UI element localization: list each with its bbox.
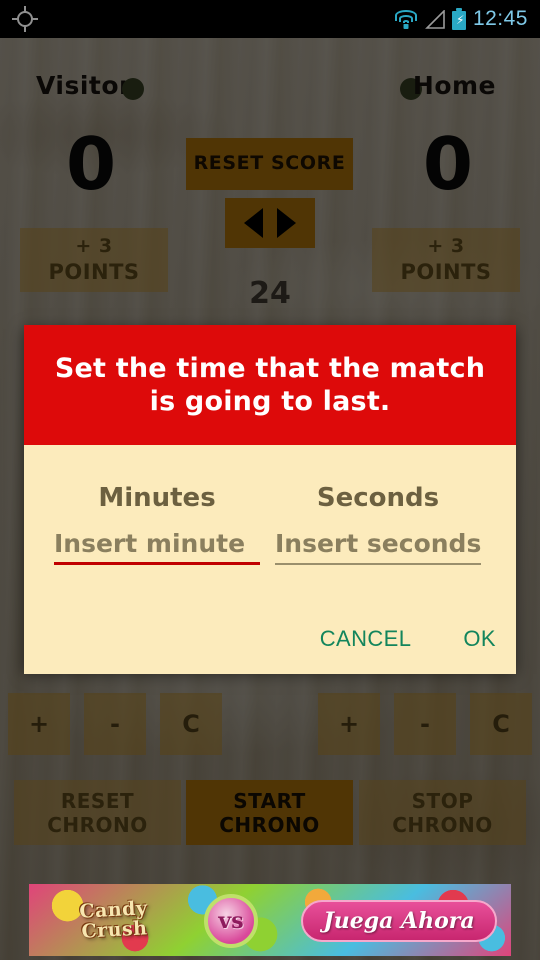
app-screen: Visitor Home 0 0 RESET SCORE + 3 POINTS … (0, 0, 540, 960)
status-bar-right: ⚡ 12:45 (394, 7, 528, 31)
dialog-actions: CANCEL OK (320, 626, 496, 652)
set-match-time-dialog: Set the time that the match is going to … (24, 325, 516, 674)
minutes-label: Minutes (98, 482, 216, 513)
status-bar: ⚡ 12:45 (0, 0, 540, 38)
dialog-header: Set the time that the match is going to … (24, 325, 516, 445)
dialog-body: Minutes Insert minute Seconds Insert sec… (24, 444, 516, 674)
dialog-title: Set the time that the match is going to … (54, 353, 486, 417)
minutes-input[interactable]: Insert minute (54, 529, 260, 565)
minutes-field-group: Minutes Insert minute (54, 483, 260, 565)
gps-crosshair-icon (12, 6, 38, 32)
seconds-field-group: Seconds Insert seconds (275, 483, 481, 565)
ad-play-now-button[interactable]: Juega Ahora (301, 900, 497, 942)
ad-banner[interactable]: Candy Crush vs Juega Ahora (29, 884, 511, 956)
ad-versus-badge: vs (204, 894, 258, 948)
ad-logo: Candy Crush (48, 889, 181, 954)
ok-button[interactable]: OK (463, 626, 496, 652)
battery-bolt-icon: ⚡ (455, 13, 465, 27)
status-bar-clock: 12:45 (472, 7, 528, 30)
wifi-icon (394, 9, 418, 29)
ad-logo-line2: Crush (80, 917, 148, 943)
battery-charging-icon: ⚡ (451, 8, 466, 30)
seconds-input[interactable]: Insert seconds (275, 529, 481, 565)
cancel-button[interactable]: CANCEL (320, 626, 412, 652)
signal-triangle-icon (425, 9, 445, 29)
status-bar-left (12, 6, 38, 32)
seconds-label: Seconds (316, 482, 440, 513)
